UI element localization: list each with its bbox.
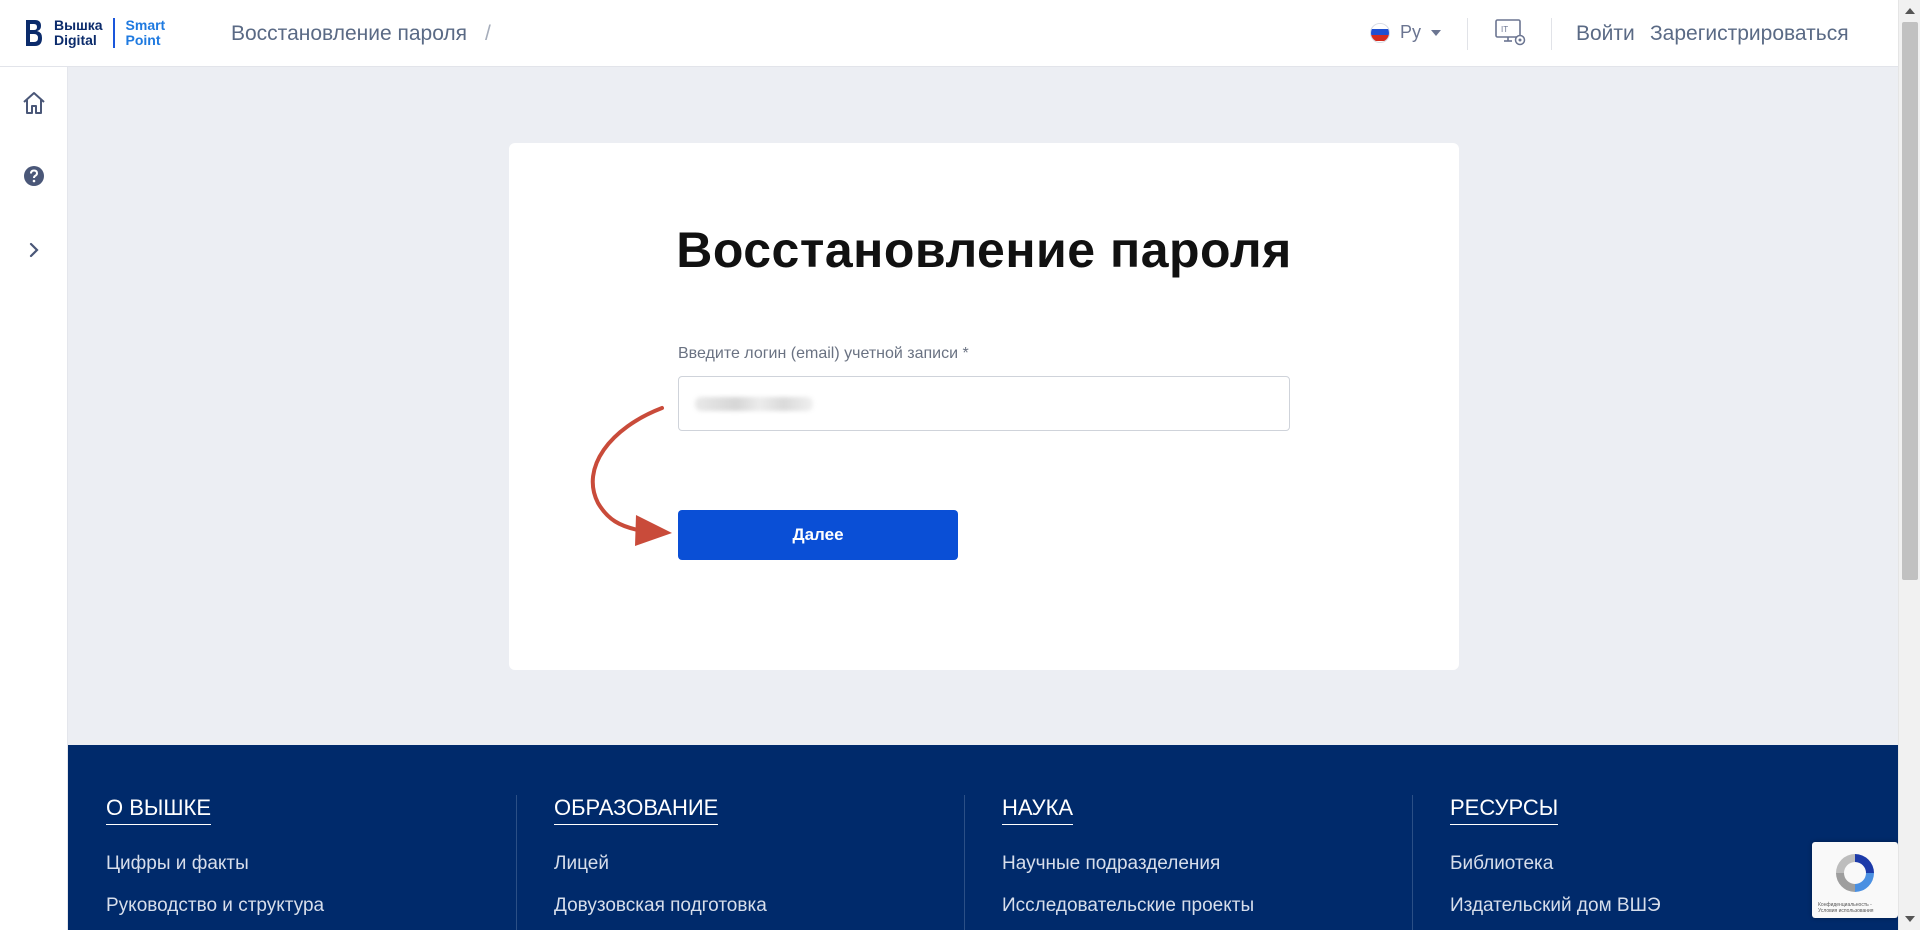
top-header: Вышка Digital Smart Point Восстановление… (0, 0, 1898, 67)
logo-line-4: Point (125, 32, 161, 48)
language-selector[interactable]: Ру (1370, 22, 1442, 43)
logo[interactable]: Вышка Digital Smart Point (24, 16, 165, 50)
breadcrumb-separator: / (485, 22, 491, 45)
home-icon[interactable] (18, 87, 50, 119)
footer-link[interactable]: Руководство и структура (106, 895, 324, 917)
language-label: Ру (1400, 22, 1422, 42)
header-divider (1467, 18, 1468, 50)
register-link[interactable]: Зарегистрироваться (1650, 22, 1849, 46)
footer-link[interactable]: Цифры и факты (106, 853, 324, 875)
hse-logo-icon (24, 18, 44, 48)
header-divider (1551, 18, 1552, 50)
footer-heading[interactable]: ОБРАЗОВАНИЕ (554, 795, 719, 825)
footer-column-education: ОБРАЗОВАНИЕ Лицей Довузовская подготовка (554, 795, 767, 917)
footer-link[interactable]: Библиотека (1450, 853, 1661, 875)
next-button[interactable]: Далее (678, 510, 958, 560)
footer-heading[interactable]: О ВЫШКЕ (106, 795, 212, 825)
logo-text: Вышка Digital (54, 18, 103, 48)
footer-divider (1412, 795, 1413, 930)
footer-link[interactable]: Довузовская подготовка (554, 895, 767, 917)
blurred-email-text (695, 397, 813, 411)
logo-smart-point: Smart Point (126, 18, 166, 48)
footer-link[interactable]: Исследовательские проекты (1002, 895, 1254, 917)
footer-column-science: НАУКА Научные подразделения Исследовател… (1002, 795, 1254, 917)
it-settings-icon[interactable]: IT (1494, 18, 1528, 48)
breadcrumb-current: Восстановление пароля (231, 22, 468, 45)
site-footer: О ВЫШКЕ Цифры и факты Руководство и стру… (68, 745, 1898, 930)
chevron-down-icon (1431, 29, 1442, 36)
scroll-up-icon[interactable] (1905, 8, 1915, 14)
logo-separator (112, 18, 115, 48)
footer-divider (516, 795, 517, 930)
logo-line-3: Smart (125, 17, 166, 33)
footer-column-resources: РЕСУРСЫ Библиотека Издательский дом ВШЭ (1450, 795, 1661, 917)
scroll-down-icon[interactable] (1905, 916, 1915, 922)
recaptcha-text: Конфиденциальность - Условия использован… (1818, 902, 1874, 914)
help-icon[interactable] (18, 160, 50, 192)
scrollbar-thumb[interactable] (1902, 22, 1918, 580)
annotation-arrow-icon (590, 406, 672, 546)
footer-heading[interactable]: НАУКА (1002, 795, 1074, 825)
footer-link[interactable]: Научные подразделения (1002, 853, 1254, 875)
footer-heading[interactable]: РЕСУРСЫ (1450, 795, 1559, 825)
logo-line-1: Вышка (54, 17, 103, 33)
recaptcha-badge[interactable]: Конфиденциальность - Условия использован… (1812, 842, 1898, 918)
left-sidebar (0, 67, 68, 930)
russia-flag-icon (1370, 22, 1390, 43)
footer-link[interactable]: Лицей (554, 853, 767, 875)
email-field-label: Введите логин (email) учетной записи * (678, 345, 969, 362)
footer-link[interactable]: Издательский дом ВШЭ (1450, 895, 1661, 917)
chevron-right-icon[interactable] (18, 234, 50, 266)
logo-line-2: Digital (54, 32, 97, 48)
page-scrollbar[interactable] (1898, 0, 1920, 930)
login-link[interactable]: Войти (1576, 22, 1635, 46)
page-title: Восстановление пароля (676, 222, 1292, 278)
page: Вышка Digital Smart Point Восстановление… (0, 0, 1920, 930)
svg-text:IT: IT (1501, 25, 1508, 34)
recaptcha-terms[interactable]: Условия использования (1818, 908, 1874, 914)
recaptcha-icon (1836, 854, 1874, 892)
footer-divider (964, 795, 965, 930)
footer-column-about: О ВЫШКЕ Цифры и факты Руководство и стру… (106, 795, 324, 917)
